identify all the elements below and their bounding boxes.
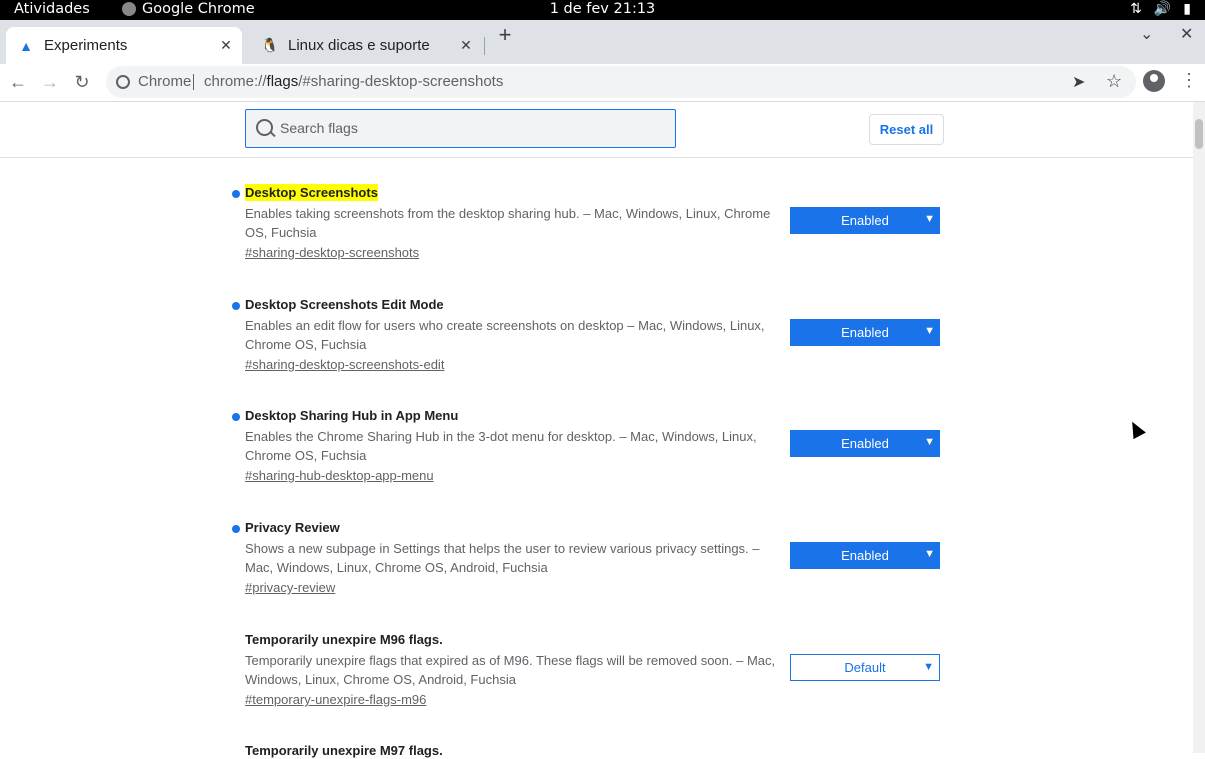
kebab-menu-icon[interactable]: ⋮: [1180, 70, 1198, 91]
tab-experiments[interactable]: ▲ Experiments ✕: [6, 27, 242, 64]
chevron-down-icon: ▼: [923, 661, 934, 673]
flag-anchor-link[interactable]: #sharing-desktop-screenshots: [245, 245, 419, 260]
bookmark-star-icon[interactable]: ☆: [1106, 71, 1122, 92]
search-flags-input[interactable]: [280, 118, 660, 138]
tab-separator: [484, 37, 485, 55]
site-label: Chrome: [138, 73, 192, 90]
close-tab-icon[interactable]: ✕: [216, 36, 236, 56]
tab-linux-dicas[interactable]: 🐧 Linux dicas e suporte ✕: [250, 27, 482, 64]
flag-anchor-link[interactable]: #temporary-unexpire-flags-m96: [245, 692, 426, 707]
profile-avatar-icon[interactable]: [1143, 70, 1165, 92]
chevron-down-icon: ▼: [924, 325, 935, 337]
page-scrollbar[interactable]: [1193, 102, 1205, 753]
tab-strip: ▲ Experiments ✕ 🐧 Linux dicas e suporte …: [0, 20, 1205, 64]
tux-icon: 🐧: [261, 37, 279, 53]
flag-state-select[interactable]: Enabled ▼: [790, 207, 940, 234]
reload-icon[interactable]: ↻: [68, 68, 96, 96]
chrome-site-icon: [116, 75, 130, 89]
browser-toolbar: ← → ↻ Chrome chrome://flags/#sharing-des…: [0, 64, 1205, 102]
tab-title: Linux dicas e suporte: [288, 37, 430, 54]
flag-anchor-link[interactable]: #sharing-hub-desktop-app-menu: [245, 468, 434, 483]
address-bar[interactable]: Chrome chrome://flags/#sharing-desktop-s…: [106, 66, 1136, 98]
new-tab-button[interactable]: +: [494, 24, 516, 47]
flag-title: Desktop Screenshots Edit Mode: [245, 297, 444, 312]
flag-description: Temporarily unexpire flags that expired …: [245, 653, 776, 687]
flag-description: Enables the Chrome Sharing Hub in the 3-…: [245, 429, 757, 463]
battery-icon: ▮: [1183, 1, 1191, 17]
modified-dot: [232, 525, 240, 533]
flag-description: Enables taking screenshots from the desk…: [245, 206, 771, 240]
flag-title: Temporarily unexpire M97 flags.: [245, 743, 443, 758]
forward-arrow-icon[interactable]: →: [36, 68, 64, 96]
search-flags-box[interactable]: [245, 109, 676, 148]
flag-title: Desktop Screenshots: [245, 184, 378, 201]
chevron-down-icon: ▼: [924, 213, 935, 225]
modified-dot: [232, 413, 240, 421]
chevron-down-icon: ▼: [924, 548, 935, 560]
reset-all-button[interactable]: Reset all: [869, 114, 944, 145]
flag-anchor-link[interactable]: #sharing-desktop-screenshots-edit: [245, 357, 444, 372]
send-to-device-icon[interactable]: ➤: [1072, 72, 1085, 92]
flag-description: Shows a new subpage in Settings that hel…: [245, 541, 760, 575]
chevron-down-icon: ▼: [924, 436, 935, 448]
flag-state-select[interactable]: Enabled ▼: [790, 430, 940, 457]
flag-anchor-link[interactable]: #privacy-review: [245, 580, 335, 595]
modified-dot: [232, 302, 240, 310]
tab-title: Experiments: [44, 37, 128, 54]
flag-title: Temporarily unexpire M96 flags.: [245, 632, 443, 647]
flag-state-select[interactable]: Enabled ▼: [790, 542, 940, 569]
back-arrow-icon[interactable]: ←: [4, 68, 32, 96]
tab-search-chevron-icon[interactable]: ⌄: [1140, 24, 1153, 44]
volume-icon: 🔊: [1153, 1, 1172, 17]
flask-icon: ▲: [19, 37, 33, 54]
search-icon: [256, 119, 273, 136]
close-tab-icon[interactable]: ✕: [456, 36, 476, 56]
close-window-icon[interactable]: ✕: [1180, 24, 1193, 44]
modified-dot: [232, 190, 240, 198]
network-icon: ⇅: [1130, 1, 1142, 17]
flag-title: Privacy Review: [245, 520, 340, 535]
flag-state-select[interactable]: Default ▼: [790, 654, 940, 681]
flags-header: Reset all: [0, 102, 1193, 158]
address-separator: [193, 74, 194, 90]
flag-title: Desktop Sharing Hub in App Menu: [245, 408, 459, 423]
mouse-pointer-icon: [1126, 418, 1146, 440]
scrollbar-thumb[interactable]: [1195, 119, 1203, 149]
flag-description: Enables an edit flow for users who creat…: [245, 318, 765, 352]
flag-state-select[interactable]: Enabled ▼: [790, 319, 940, 346]
system-tray[interactable]: ⇅ 🔊 ▮: [1130, 1, 1191, 17]
url-text[interactable]: chrome://flags/#sharing-desktop-screensh…: [204, 73, 503, 90]
clock[interactable]: 1 de fev 21:13: [0, 1, 1205, 17]
gnome-top-bar: Atividades Google Chrome 1 de fev 21:13 …: [0, 0, 1205, 20]
